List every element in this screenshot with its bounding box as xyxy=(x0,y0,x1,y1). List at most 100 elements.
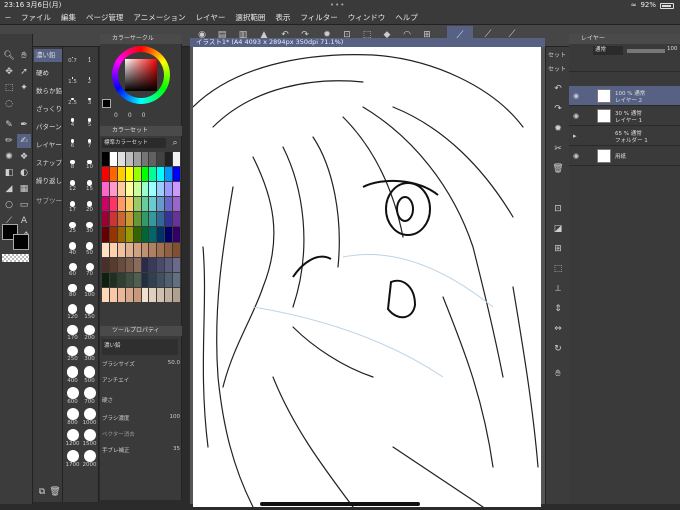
eye-icon[interactable]: ◉ xyxy=(573,112,579,120)
transparent-color-swatch[interactable] xyxy=(2,254,29,262)
saturation-box[interactable] xyxy=(125,59,157,91)
color-swatch[interactable] xyxy=(125,167,133,182)
color-swatch[interactable] xyxy=(149,287,157,302)
subtool-item[interactable]: スナップ xyxy=(34,157,62,170)
brush-size-option[interactable]: 70 xyxy=(81,261,98,281)
color-swatch[interactable] xyxy=(102,152,109,167)
color-swatch[interactable] xyxy=(173,197,180,212)
brush-size-option[interactable]: 10 xyxy=(81,156,98,176)
gradient-icon[interactable]: ▦ xyxy=(17,182,31,196)
menu-page[interactable]: ページ管理 xyxy=(81,12,128,23)
color-set-select[interactable]: 標準カラーセット xyxy=(102,138,166,148)
color-swatch[interactable] xyxy=(117,257,125,272)
color-swatch[interactable] xyxy=(141,212,149,227)
lasso-tool-icon[interactable]: ◌ xyxy=(2,97,16,111)
opacity-slider[interactable] xyxy=(627,49,665,53)
color-swatch[interactable] xyxy=(109,227,117,242)
hardness-row[interactable]: 硬さ xyxy=(102,396,180,408)
hand-icon[interactable]: ✋︎ xyxy=(17,49,31,63)
color-swatch[interactable] xyxy=(165,212,173,227)
move-icon[interactable]: ✥ xyxy=(2,65,16,79)
airbrush-icon[interactable]: ✺ xyxy=(2,150,16,164)
brush-size-option[interactable]: 6 xyxy=(64,135,81,155)
color-swatch[interactable] xyxy=(173,167,180,182)
brush-size-option[interactable]: 200 xyxy=(81,324,98,344)
subtool-item[interactable]: ざっくり xyxy=(34,103,62,116)
menu-window[interactable]: ウィンドウ xyxy=(343,12,391,23)
brush-size-option[interactable]: 1700 xyxy=(64,450,81,470)
color-swatch[interactable] xyxy=(141,197,149,212)
subtool-item[interactable]: 硬め xyxy=(34,67,62,80)
trash-icon[interactable]: 🗑︎ xyxy=(551,162,565,176)
pressure-row[interactable]: ベクター消去 xyxy=(102,430,180,440)
color-swatch[interactable] xyxy=(141,227,149,242)
menu-selection[interactable]: 選択範囲 xyxy=(230,12,270,23)
color-swatch[interactable] xyxy=(173,257,180,272)
menu-layer[interactable]: レイヤー xyxy=(191,12,231,23)
brush-size-option[interactable]: 800 xyxy=(64,408,81,428)
figure-icon[interactable]: ○ xyxy=(2,198,16,212)
color-swatch[interactable] xyxy=(133,167,141,182)
color-swatch[interactable] xyxy=(109,257,117,272)
grid-icon[interactable]: ⊞ xyxy=(551,242,565,256)
color-swatch[interactable] xyxy=(117,227,125,242)
color-swatch[interactable] xyxy=(141,167,149,182)
color-swatch[interactable] xyxy=(117,152,125,167)
color-swatch[interactable] xyxy=(173,227,180,242)
menu-file[interactable]: ファイル xyxy=(16,12,56,23)
color-swatch[interactable] xyxy=(102,257,109,272)
color-swatch[interactable] xyxy=(133,227,141,242)
color-swatch[interactable] xyxy=(157,182,165,197)
rotate-icon[interactable]: ↻ xyxy=(551,342,565,356)
color-swatch[interactable] xyxy=(149,227,157,242)
blend-icon[interactable]: ◐ xyxy=(17,166,31,180)
eyedropper-icon[interactable]: ✎ xyxy=(2,118,16,132)
color-swatch[interactable] xyxy=(149,212,157,227)
brush-size-option[interactable]: 8 xyxy=(64,156,81,176)
brush-size-option[interactable]: 17 xyxy=(64,198,81,218)
color-swatch[interactable] xyxy=(157,197,165,212)
copy-icon[interactable]: ⧉ xyxy=(35,485,49,499)
brush-size-option[interactable]: 2 xyxy=(81,72,98,92)
hand-icon[interactable]: ✋︎ xyxy=(551,367,565,381)
color-swatch[interactable] xyxy=(157,257,165,272)
bucket-icon[interactable]: ◢ xyxy=(2,182,16,196)
color-swatch[interactable] xyxy=(133,257,141,272)
color-swatch[interactable] xyxy=(165,257,173,272)
color-swatch[interactable] xyxy=(149,152,157,167)
color-swatch[interactable] xyxy=(109,272,117,287)
multitask-dots[interactable]: ••• xyxy=(330,0,345,11)
brush-size-option[interactable]: 15 xyxy=(81,177,98,197)
subtool-item[interactable]: 繰り返し xyxy=(34,175,62,188)
color-swatch[interactable] xyxy=(165,227,173,242)
brush-size-option[interactable]: 1500 xyxy=(81,429,98,449)
color-swatch[interactable] xyxy=(133,197,141,212)
brush-size-option[interactable]: 0.7 xyxy=(64,51,81,71)
subtool-item[interactable]: レイヤー xyxy=(34,139,62,152)
color-swatch[interactable] xyxy=(125,257,133,272)
color-swatch[interactable] xyxy=(133,182,141,197)
color-swatch[interactable] xyxy=(165,167,173,182)
brush-icon[interactable]: ✍ xyxy=(17,134,31,148)
color-swatch[interactable] xyxy=(102,212,109,227)
brush-size-option[interactable]: 5 xyxy=(81,114,98,134)
color-swatch[interactable] xyxy=(149,242,157,257)
color-swatch[interactable] xyxy=(102,242,109,257)
color-swatch[interactable] xyxy=(149,197,157,212)
color-swatch[interactable] xyxy=(173,287,180,302)
color-swatch[interactable] xyxy=(117,272,125,287)
decoration-icon[interactable]: ❖ xyxy=(17,150,31,164)
brush-size-option[interactable]: 2.5 xyxy=(64,93,81,113)
drawing-canvas[interactable] xyxy=(193,47,541,507)
color-swatch[interactable] xyxy=(117,212,125,227)
brush-size-option[interactable]: 120 xyxy=(64,303,81,323)
color-swatch[interactable] xyxy=(165,182,173,197)
brush-size-option[interactable]: 150 xyxy=(81,303,98,323)
color-swatch[interactable] xyxy=(157,227,165,242)
color-swatch[interactable] xyxy=(102,227,109,242)
layer-row[interactable]: ◉ 30 % 通常 レイヤー 1 xyxy=(569,106,680,126)
color-swatch[interactable] xyxy=(109,167,117,182)
color-swatch[interactable] xyxy=(125,287,133,302)
color-swatch[interactable] xyxy=(173,272,180,287)
layer-row[interactable]: ◉ 用紙 xyxy=(569,146,680,166)
